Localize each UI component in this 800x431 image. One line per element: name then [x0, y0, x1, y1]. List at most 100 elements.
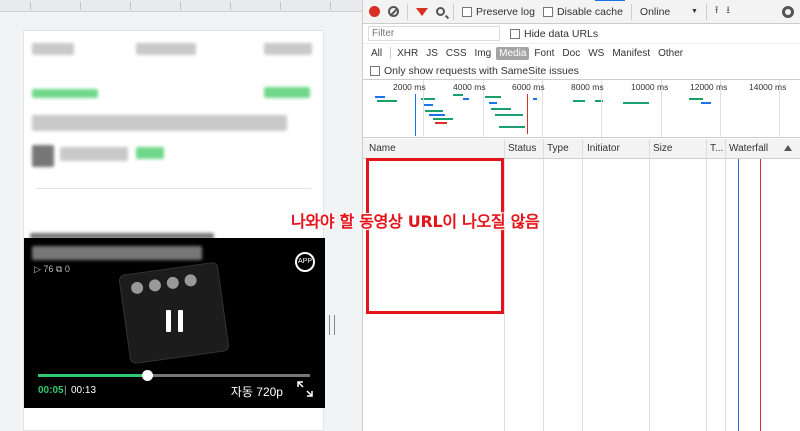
record-icon[interactable]	[369, 6, 380, 17]
type-filter-doc[interactable]: Doc	[559, 47, 583, 60]
column-divider	[543, 139, 544, 431]
column-time[interactable]: T...	[710, 143, 723, 154]
throttling-select[interactable]: Online ▼	[640, 0, 698, 24]
timeline-label: 6000 ms	[512, 82, 545, 92]
timeline-label: 2000 ms	[393, 82, 426, 92]
video-player[interactable]: ▷ 76 ⧉ 0 APP 00:05 | 00:13 자동 720p	[24, 238, 325, 408]
column-type[interactable]: Type	[547, 143, 569, 154]
clear-icon[interactable]	[388, 6, 399, 17]
timeline-label: 10000 ms	[631, 82, 669, 92]
column-divider	[725, 139, 726, 431]
column-name[interactable]: Name	[369, 143, 396, 154]
overview-bar	[429, 114, 445, 116]
column-initiator[interactable]: Initiator	[587, 143, 620, 154]
video-progress-bar[interactable]	[38, 370, 310, 381]
filter-input[interactable]	[368, 26, 500, 41]
import-har-icon[interactable]: ⭱	[715, 0, 719, 24]
overview-bar	[433, 118, 453, 120]
samesite-row: Only show requests with SameSite issues	[363, 62, 800, 80]
type-filter-js[interactable]: JS	[423, 47, 441, 60]
filter-icon[interactable]	[416, 7, 428, 16]
network-overview-timeline[interactable]: 2000 ms 4000 ms 6000 ms 8000 ms 10000 ms 1200…	[363, 80, 800, 138]
type-filter-xhr[interactable]: XHR	[394, 47, 421, 60]
video-progress-thumb[interactable]	[141, 370, 153, 381]
overview-bar	[415, 94, 416, 136]
gear-icon[interactable]	[782, 6, 794, 18]
active-tab-indicator	[595, 0, 625, 1]
type-filter-media[interactable]: Media	[496, 46, 530, 60]
checkbox-icon[interactable]	[462, 6, 472, 17]
type-filter-all[interactable]: All	[368, 47, 385, 60]
blurred-text	[32, 89, 98, 98]
fullscreen-icon[interactable]	[297, 381, 313, 397]
sort-ascending-icon[interactable]	[784, 145, 792, 151]
disable-cache-label: Disable cache	[556, 5, 623, 18]
video-stats: ▷ 76 ⧉ 0	[34, 264, 70, 274]
resource-type-filters: All XHR JS CSS Img Media Font Doc WS Manifest Othe…	[363, 44, 800, 62]
type-filter-manifest[interactable]: Manifest	[609, 47, 653, 60]
overview-bar	[375, 96, 385, 98]
type-filter-img[interactable]: Img	[471, 47, 494, 60]
dom-content-loaded-line	[738, 159, 739, 431]
load-event-line	[760, 159, 761, 431]
column-status[interactable]: Status	[508, 143, 536, 154]
type-filter-divider	[390, 47, 392, 59]
samesite-label: Only show requests with SameSite issues	[384, 64, 579, 77]
hide-data-urls-checkbox[interactable]: Hide data URLs	[510, 28, 598, 40]
overview-bar	[499, 126, 525, 128]
blurred-text	[32, 115, 287, 131]
blurred-avatar	[32, 145, 54, 167]
blurred-video-title	[32, 246, 202, 260]
throttling-value: Online	[639, 5, 671, 18]
checkbox-icon[interactable]	[510, 28, 520, 39]
app-badge-icon[interactable]: APP	[295, 252, 315, 272]
video-total-time: 00:13	[71, 385, 97, 396]
preserve-log-checkbox[interactable]: Preserve log	[462, 0, 535, 24]
annotation-text: 나와야 할 동영상 URL이 나오질 않음	[291, 212, 540, 231]
overview-bar	[573, 100, 585, 102]
overview-bar	[377, 100, 397, 102]
pause-icon[interactable]	[166, 310, 184, 332]
filter-row: Hide data URLs	[363, 24, 800, 44]
column-size[interactable]: Size	[653, 143, 672, 154]
disable-cache-checkbox[interactable]: Disable cache	[542, 0, 623, 24]
toolbar-divider	[407, 3, 408, 20]
overview-bar	[423, 104, 433, 106]
column-divider	[649, 139, 650, 431]
toolbar-divider	[453, 3, 454, 20]
overview-bar	[463, 98, 469, 100]
type-filter-other[interactable]: Other	[655, 47, 686, 60]
blurred-text	[136, 43, 196, 55]
timeline-label: 4000 ms	[453, 82, 486, 92]
hide-data-urls-label: Hide data URLs	[524, 27, 599, 40]
search-icon[interactable]	[436, 7, 445, 16]
video-quality-button[interactable]: 자동 720p	[231, 383, 283, 400]
device-ruler	[0, 0, 362, 12]
type-filter-font[interactable]: Font	[531, 47, 557, 60]
overview-bar	[489, 102, 497, 104]
blurred-text	[264, 43, 312, 55]
checkbox-icon[interactable]	[542, 6, 553, 17]
column-waterfall[interactable]: Waterfall	[729, 143, 768, 154]
overview-bar	[495, 114, 523, 116]
video-progress-fill	[38, 374, 147, 377]
type-filter-ws[interactable]: WS	[585, 47, 607, 60]
column-divider	[582, 139, 583, 431]
mobile-page: ▷ 76 ⧉ 0 APP 00:05 | 00:13 자동 720p	[23, 30, 325, 431]
chevron-down-icon: ▼	[690, 7, 698, 15]
resize-handle[interactable]	[329, 315, 335, 335]
column-divider	[706, 139, 707, 431]
export-har-icon[interactable]: ⭳	[726, 0, 730, 24]
timeline-label: 8000 ms	[571, 82, 604, 92]
overview-bar	[701, 102, 711, 104]
overview-bar	[453, 94, 463, 96]
samesite-checkbox[interactable]	[370, 65, 380, 76]
blurred-text	[60, 147, 128, 161]
type-filter-css[interactable]: CSS	[443, 47, 470, 60]
network-toolbar: Preserve log Disable cache Online ▼ ⭱ ⭳	[363, 0, 800, 24]
overview-bar	[533, 98, 537, 100]
video-time-separator: |	[64, 385, 67, 396]
blurred-text	[32, 43, 74, 55]
toolbar-divider	[705, 3, 707, 20]
blurred-text	[264, 87, 310, 98]
